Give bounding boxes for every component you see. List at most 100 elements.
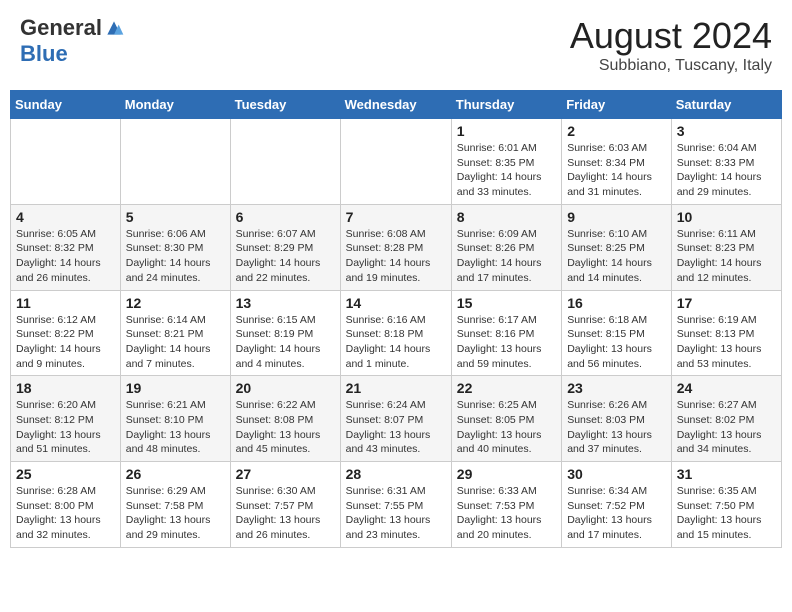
day-number: 3 [677, 123, 776, 139]
day-info: Sunrise: 6:33 AM Sunset: 7:53 PM Dayligh… [457, 484, 556, 543]
day-number: 20 [236, 380, 335, 396]
day-number: 25 [16, 466, 115, 482]
title-section: August 2024 Subbiano, Tuscany, Italy [570, 15, 772, 75]
calendar-cell: 7 Sunrise: 6:08 AM Sunset: 8:28 PM Daylig… [340, 204, 451, 290]
day-number: 23 [567, 380, 666, 396]
day-number: 24 [677, 380, 776, 396]
day-info: Sunrise: 6:11 AM Sunset: 8:23 PM Dayligh… [677, 227, 776, 286]
day-number: 16 [567, 295, 666, 311]
day-info: Sunrise: 6:05 AM Sunset: 8:32 PM Dayligh… [16, 227, 115, 286]
day-info: Sunrise: 6:20 AM Sunset: 8:12 PM Dayligh… [16, 398, 115, 457]
day-info: Sunrise: 6:12 AM Sunset: 8:22 PM Dayligh… [16, 313, 115, 372]
day-info: Sunrise: 6:25 AM Sunset: 8:05 PM Dayligh… [457, 398, 556, 457]
day-number: 4 [16, 209, 115, 225]
calendar-cell: 20 Sunrise: 6:22 AM Sunset: 8:08 PM Dayli… [230, 376, 340, 462]
day-info: Sunrise: 6:14 AM Sunset: 8:21 PM Dayligh… [126, 313, 225, 372]
day-number: 13 [236, 295, 335, 311]
calendar-cell: 11 Sunrise: 6:12 AM Sunset: 8:22 PM Dayli… [11, 290, 121, 376]
day-info: Sunrise: 6:29 AM Sunset: 7:58 PM Dayligh… [126, 484, 225, 543]
calendar-cell: 15Sunrise: 6:17 AM Sunset: 8:16 PM Dayli… [451, 290, 561, 376]
day-number: 31 [677, 466, 776, 482]
calendar-cell: 10 Sunrise: 6:11 AM Sunset: 8:23 PM Dayli… [671, 204, 781, 290]
day-number: 10 [677, 209, 776, 225]
header-saturday: Saturday [671, 91, 781, 119]
day-info: Sunrise: 6:18 AM Sunset: 8:15 PM Dayligh… [567, 313, 666, 372]
day-number: 7 [346, 209, 446, 225]
calendar-week-3: 11 Sunrise: 6:12 AM Sunset: 8:22 PM Dayli… [11, 290, 782, 376]
calendar-cell: 9 Sunrise: 6:10 AM Sunset: 8:25 PM Daylig… [562, 204, 672, 290]
day-info: Sunrise: 6:04 AM Sunset: 8:33 PM Dayligh… [677, 141, 776, 200]
location-title: Subbiano, Tuscany, Italy [570, 57, 772, 75]
calendar-cell: 31 Sunrise: 6:35 AM Sunset: 7:50 PM Dayli… [671, 462, 781, 548]
calendar-cell: 21 Sunrise: 6:24 AM Sunset: 8:07 PM Dayli… [340, 376, 451, 462]
day-number: 9 [567, 209, 666, 225]
calendar-cell: 3 Sunrise: 6:04 AM Sunset: 8:33 PM Daylig… [671, 119, 781, 205]
calendar-cell: 16 Sunrise: 6:18 AM Sunset: 8:15 PM Dayli… [562, 290, 672, 376]
calendar-cell [230, 119, 340, 205]
logo-blue-text: Blue [20, 41, 68, 67]
calendar-cell: 19 Sunrise: 6:21 AM Sunset: 8:10 PM Dayli… [120, 376, 230, 462]
calendar-cell: 28Sunrise: 6:31 AM Sunset: 7:55 PM Dayli… [340, 462, 451, 548]
day-number: 30 [567, 466, 666, 482]
calendar-week-4: 18 Sunrise: 6:20 AM Sunset: 8:12 PM Dayli… [11, 376, 782, 462]
header-friday: Friday [562, 91, 672, 119]
calendar-cell: 30 Sunrise: 6:34 AM Sunset: 7:52 PM Dayli… [562, 462, 672, 548]
day-number: 26 [126, 466, 225, 482]
calendar-cell [120, 119, 230, 205]
calendar-cell: 1Sunrise: 6:01 AM Sunset: 8:35 PM Daylig… [451, 119, 561, 205]
day-number: 14 [346, 295, 446, 311]
day-number: 17 [677, 295, 776, 311]
day-info: Sunrise: 6:01 AM Sunset: 8:35 PM Dayligh… [457, 141, 556, 200]
day-info: Sunrise: 6:22 AM Sunset: 8:08 PM Dayligh… [236, 398, 335, 457]
day-number: 18 [16, 380, 115, 396]
calendar-cell: 22Sunrise: 6:25 AM Sunset: 8:05 PM Dayli… [451, 376, 561, 462]
calendar-header-row: SundayMondayTuesdayWednesdayThursdayFrid… [11, 91, 782, 119]
calendar-cell [340, 119, 451, 205]
day-number: 21 [346, 380, 446, 396]
day-info: Sunrise: 6:26 AM Sunset: 8:03 PM Dayligh… [567, 398, 666, 457]
day-info: Sunrise: 6:10 AM Sunset: 8:25 PM Dayligh… [567, 227, 666, 286]
page-header: General Blue August 2024 Subbiano, Tusca… [10, 10, 782, 80]
calendar-week-5: 25 Sunrise: 6:28 AM Sunset: 8:00 PM Dayli… [11, 462, 782, 548]
day-info: Sunrise: 6:03 AM Sunset: 8:34 PM Dayligh… [567, 141, 666, 200]
day-info: Sunrise: 6:27 AM Sunset: 8:02 PM Dayligh… [677, 398, 776, 457]
day-info: Sunrise: 6:19 AM Sunset: 8:13 PM Dayligh… [677, 313, 776, 372]
day-number: 19 [126, 380, 225, 396]
day-info: Sunrise: 6:30 AM Sunset: 7:57 PM Dayligh… [236, 484, 335, 543]
header-tuesday: Tuesday [230, 91, 340, 119]
month-title: August 2024 [570, 15, 772, 57]
calendar-cell [11, 119, 121, 205]
day-number: 12 [126, 295, 225, 311]
day-info: Sunrise: 6:16 AM Sunset: 8:18 PM Dayligh… [346, 313, 446, 372]
header-sunday: Sunday [11, 91, 121, 119]
day-number: 29 [457, 466, 556, 482]
day-info: Sunrise: 6:35 AM Sunset: 7:50 PM Dayligh… [677, 484, 776, 543]
calendar-cell: 29 Sunrise: 6:33 AM Sunset: 7:53 PM Dayli… [451, 462, 561, 548]
day-info: Sunrise: 6:21 AM Sunset: 8:10 PM Dayligh… [126, 398, 225, 457]
calendar-cell: 14 Sunrise: 6:16 AM Sunset: 8:18 PM Dayli… [340, 290, 451, 376]
day-info: Sunrise: 6:17 AM Sunset: 8:16 PM Dayligh… [457, 313, 556, 372]
calendar-cell: 6 Sunrise: 6:07 AM Sunset: 8:29 PM Daylig… [230, 204, 340, 290]
calendar-cell: 18 Sunrise: 6:20 AM Sunset: 8:12 PM Dayli… [11, 376, 121, 462]
logo-general-text: General [20, 15, 102, 41]
calendar-table: SundayMondayTuesdayWednesdayThursdayFrid… [10, 90, 782, 548]
day-info: Sunrise: 6:31 AM Sunset: 7:55 PM Dayligh… [346, 484, 446, 543]
day-info: Sunrise: 6:28 AM Sunset: 8:00 PM Dayligh… [16, 484, 115, 543]
day-info: Sunrise: 6:34 AM Sunset: 7:52 PM Dayligh… [567, 484, 666, 543]
calendar-cell: 25 Sunrise: 6:28 AM Sunset: 8:00 PM Dayli… [11, 462, 121, 548]
logo-icon [104, 18, 124, 38]
day-info: Sunrise: 6:07 AM Sunset: 8:29 PM Dayligh… [236, 227, 335, 286]
calendar-cell: 26 Sunrise: 6:29 AM Sunset: 7:58 PM Dayli… [120, 462, 230, 548]
day-info: Sunrise: 6:08 AM Sunset: 8:28 PM Dayligh… [346, 227, 446, 286]
calendar-cell: 12 Sunrise: 6:14 AM Sunset: 8:21 PM Dayli… [120, 290, 230, 376]
calendar-week-2: 4 Sunrise: 6:05 AM Sunset: 8:32 PM Daylig… [11, 204, 782, 290]
calendar-cell: 4 Sunrise: 6:05 AM Sunset: 8:32 PM Daylig… [11, 204, 121, 290]
day-number: 6 [236, 209, 335, 225]
day-info: Sunrise: 6:06 AM Sunset: 8:30 PM Dayligh… [126, 227, 225, 286]
calendar-cell: 23 Sunrise: 6:26 AM Sunset: 8:03 PM Dayli… [562, 376, 672, 462]
day-number: 2 [567, 123, 666, 139]
calendar-week-1: 1Sunrise: 6:01 AM Sunset: 8:35 PM Daylig… [11, 119, 782, 205]
calendar-cell: 13Sunrise: 6:15 AM Sunset: 8:19 PM Dayli… [230, 290, 340, 376]
day-number: 11 [16, 295, 115, 311]
day-info: Sunrise: 6:24 AM Sunset: 8:07 PM Dayligh… [346, 398, 446, 457]
